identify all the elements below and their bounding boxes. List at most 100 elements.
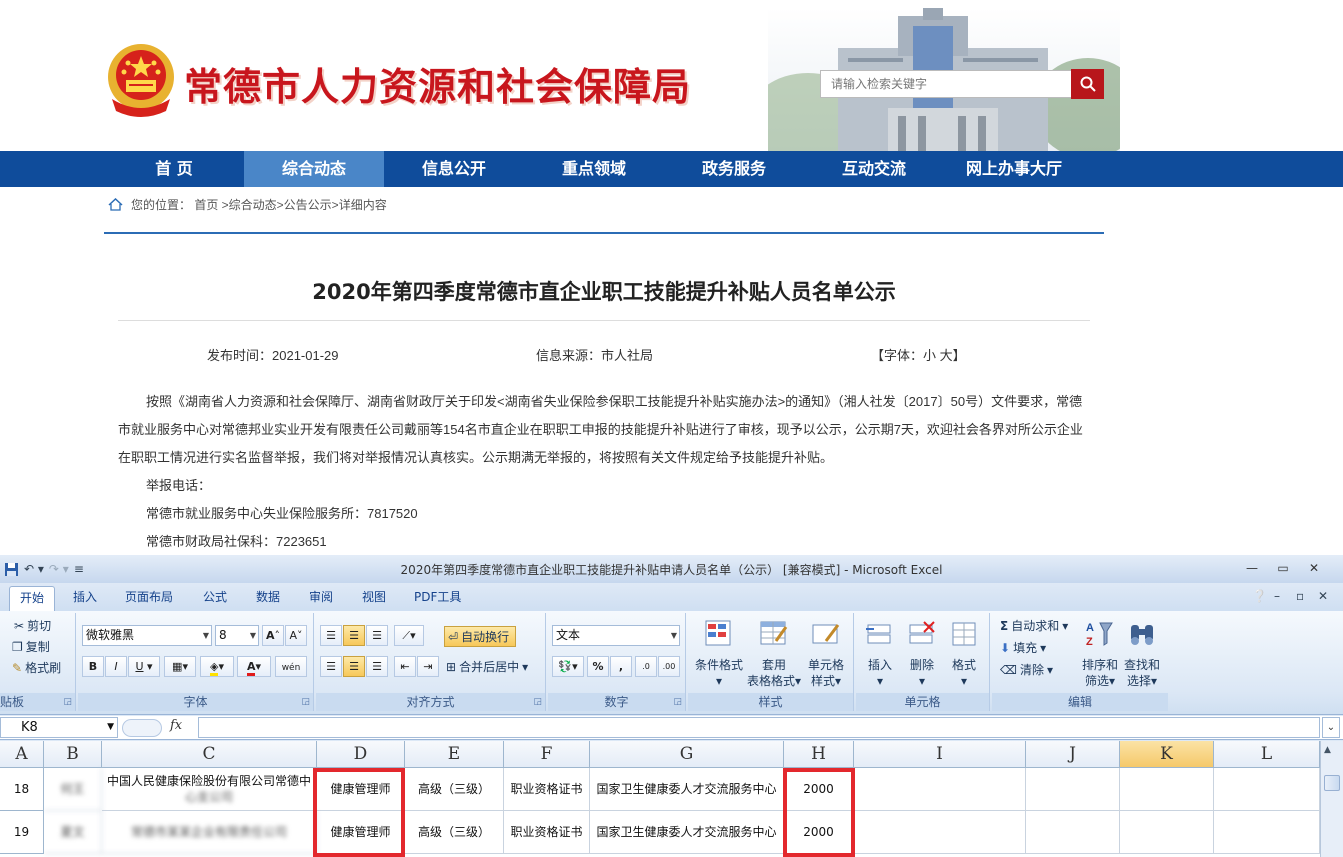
font-name-select[interactable]: 微软雅黑 ▼ xyxy=(82,625,212,646)
font-small-link[interactable]: 小 xyxy=(923,348,936,363)
nav-key-areas[interactable]: 重点领域 xyxy=(524,151,664,187)
align-middle-button[interactable]: ☰ xyxy=(343,625,365,646)
column-header[interactable]: H xyxy=(784,741,854,768)
format-cells-button[interactable]: 格式 ▾ xyxy=(944,619,984,689)
column-header[interactable]: G xyxy=(590,741,784,768)
cut-button[interactable]: ✂ 剪切 xyxy=(14,617,51,634)
nav-news[interactable]: 综合动态 xyxy=(244,151,384,187)
currency-button[interactable]: 💱▾ xyxy=(552,656,584,677)
cell-empty[interactable] xyxy=(1026,768,1120,811)
nav-home[interactable]: 首 页 xyxy=(104,151,244,187)
font-size-select[interactable]: 8 ▼ xyxy=(215,625,259,646)
phonetic-button[interactable]: wén xyxy=(275,656,307,677)
ribbon-restore-icon[interactable]: ▫ xyxy=(1296,589,1304,603)
cell-occupation[interactable]: 健康管理师 xyxy=(317,811,405,854)
breadcrumb-text[interactable]: 您的位置： 首页 >综合动态>公告公示>详细内容 xyxy=(131,196,387,213)
conditional-format-button[interactable]: 条件格式 ▾ xyxy=(690,619,748,689)
cell-empty[interactable] xyxy=(1214,811,1320,854)
italic-button[interactable]: I xyxy=(105,656,127,677)
border-button[interactable]: ▦▾ xyxy=(164,656,196,677)
name-box[interactable]: K8 ▼ xyxy=(0,717,118,738)
decrease-decimal-button[interactable]: .00 xyxy=(658,656,680,677)
cell-empty[interactable] xyxy=(1214,768,1320,811)
percent-button[interactable]: % xyxy=(587,656,609,677)
row-number[interactable]: 19 xyxy=(0,811,44,854)
align-right-button[interactable]: ☰ xyxy=(366,656,388,677)
align-left-button[interactable]: ☰ xyxy=(320,656,342,677)
align-top-button[interactable]: ☰ xyxy=(320,625,342,646)
delete-cells-button[interactable]: 删除 ▾ xyxy=(902,619,942,689)
tab-formulas[interactable]: 公式 xyxy=(203,588,227,605)
column-header[interactable]: I xyxy=(854,741,1026,768)
tab-page-layout[interactable]: 页面布局 xyxy=(125,588,173,605)
cell-empty[interactable] xyxy=(1026,811,1120,854)
column-header-selected[interactable]: K xyxy=(1120,741,1214,768)
cell-level[interactable]: 高级（三级） xyxy=(405,811,504,854)
grow-font-button[interactable]: A˄ xyxy=(262,625,284,646)
help-icon[interactable]: ❔ xyxy=(1252,589,1267,603)
cell-empty[interactable] xyxy=(854,811,1026,854)
search-button[interactable] xyxy=(1071,69,1104,99)
cell-name[interactable]: 夏文 xyxy=(44,811,102,854)
format-painter-button[interactable]: ✎ 格式刷 xyxy=(12,659,61,676)
scrollbar-thumb[interactable] xyxy=(1324,775,1340,791)
increase-decimal-button[interactable]: .0 xyxy=(635,656,657,677)
tab-view[interactable]: 视图 xyxy=(362,588,386,605)
find-select-button[interactable]: 查找和 选择▾ xyxy=(1120,619,1164,689)
underline-button[interactable]: U ▾ xyxy=(128,656,160,677)
formula-input[interactable] xyxy=(198,717,1320,738)
column-header[interactable]: E xyxy=(405,741,504,768)
column-header[interactable]: B xyxy=(44,741,102,768)
cell-amount[interactable]: 2000 xyxy=(784,811,854,854)
search-input[interactable]: 请输入检索关键字 xyxy=(820,70,1072,98)
cell-certificate[interactable]: 职业资格证书 xyxy=(504,768,590,811)
format-as-table-button[interactable]: 套用 表格格式▾ xyxy=(746,619,802,689)
tab-home[interactable]: 开始 xyxy=(9,586,56,612)
tab-pdf-tools[interactable]: PDF工具 xyxy=(414,588,461,605)
alignment-launcher-icon[interactable]: ◲ xyxy=(533,697,542,707)
column-header[interactable]: F xyxy=(504,741,590,768)
clear-button[interactable]: ⌫ 清除 ▾ xyxy=(1000,661,1053,678)
insert-function-button[interactable]: fx xyxy=(170,718,182,733)
cell-empty[interactable] xyxy=(1120,768,1214,811)
workbook-close-icon[interactable]: ✕ xyxy=(1318,589,1328,603)
orientation-button[interactable]: ⟋▾ xyxy=(394,625,424,646)
vertical-scrollbar[interactable]: ▲ xyxy=(1320,741,1343,857)
shrink-font-button[interactable]: A˅ xyxy=(285,625,307,646)
bold-button[interactable]: B xyxy=(82,656,104,677)
cell-name[interactable]: 何王 xyxy=(44,768,102,811)
merge-center-button[interactable]: ⊞ 合并后居中 ▾ xyxy=(446,658,528,675)
number-format-select[interactable]: 文本 ▼ xyxy=(552,625,680,646)
column-header[interactable]: C xyxy=(102,741,317,768)
cell-empty[interactable] xyxy=(854,768,1026,811)
cell-company[interactable]: 常德市某某企业有限责任公司 xyxy=(102,811,317,854)
decrease-indent-button[interactable]: ⇤ xyxy=(394,656,416,677)
font-large-link[interactable]: 大 xyxy=(940,348,953,363)
align-center-button[interactable]: ☰ xyxy=(343,656,365,677)
cell-occupation[interactable]: 健康管理师 xyxy=(317,768,405,811)
fill-color-button[interactable]: ◈▾ xyxy=(200,656,234,677)
cell-styles-button[interactable]: 单元格 样式▾ xyxy=(800,619,852,689)
cell-level[interactable]: 高级（三级） xyxy=(405,768,504,811)
increase-indent-button[interactable]: ⇥ xyxy=(417,656,439,677)
restore-icon[interactable]: ▭ xyxy=(1271,559,1295,577)
ribbon-minimize-icon[interactable]: – xyxy=(1274,589,1280,603)
nav-interaction[interactable]: 互动交流 xyxy=(804,151,944,187)
copy-button[interactable]: ❐ 复制 xyxy=(12,638,50,655)
number-launcher-icon[interactable]: ◲ xyxy=(673,697,682,707)
column-header[interactable]: A xyxy=(0,741,44,768)
clipboard-launcher-icon[interactable]: ◲ xyxy=(63,697,72,707)
scroll-up-icon[interactable]: ▲ xyxy=(1324,745,1331,755)
cell-issuer[interactable]: 国家卫生健康委人才交流服务中心 xyxy=(590,811,784,854)
cell-certificate[interactable]: 职业资格证书 xyxy=(504,811,590,854)
column-header[interactable]: J xyxy=(1026,741,1120,768)
tab-review[interactable]: 审阅 xyxy=(309,588,333,605)
row-number[interactable]: 18 xyxy=(0,768,44,811)
font-launcher-icon[interactable]: ◲ xyxy=(301,697,310,707)
nav-info-disclosure[interactable]: 信息公开 xyxy=(384,151,524,187)
font-color-button[interactable]: A▾ xyxy=(237,656,271,677)
insert-cells-button[interactable]: 插入 ▾ xyxy=(860,619,900,689)
cell-amount[interactable]: 2000 xyxy=(784,768,854,811)
tab-data[interactable]: 数据 xyxy=(256,588,280,605)
close-icon[interactable]: ✕ xyxy=(1302,559,1326,577)
